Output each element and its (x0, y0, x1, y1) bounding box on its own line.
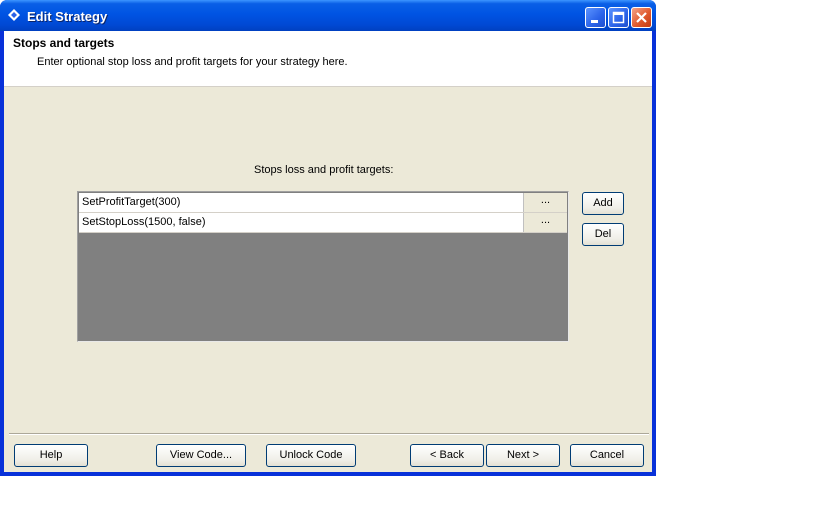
page-subtitle: Enter optional stop loss and profit targ… (37, 56, 348, 68)
strategy-diamond-icon (8, 9, 20, 21)
delete-button[interactable]: Del (582, 223, 624, 246)
targets-list-caption: Stops loss and profit targets: (254, 164, 394, 176)
next-button[interactable]: Next > (486, 444, 560, 467)
help-button[interactable]: Help (14, 444, 88, 467)
close-icon (636, 12, 647, 23)
cancel-button[interactable]: Cancel (570, 444, 644, 467)
add-button[interactable]: Add (582, 192, 624, 215)
unlock-code-button[interactable]: Unlock Code (266, 444, 356, 467)
edit-row-button[interactable]: ... (523, 213, 567, 232)
view-code-button[interactable]: View Code... (156, 444, 246, 467)
list-item-text[interactable]: SetStopLoss(1500, false) (82, 216, 206, 228)
edit-row-button[interactable]: ... (523, 193, 567, 212)
minimize-icon (591, 20, 598, 23)
dialog-client-area: Stops and targets Enter optional stop lo… (4, 31, 652, 472)
minimize-button[interactable] (585, 7, 606, 28)
stops-targets-list[interactable]: SetProfitTarget(300) ... SetStopLoss(150… (77, 191, 569, 342)
edit-strategy-window: Edit Strategy Stops and targets Enter op… (0, 0, 656, 476)
list-item-text[interactable]: SetProfitTarget(300) (82, 196, 180, 208)
close-button[interactable] (631, 7, 652, 28)
page-title: Stops and targets (13, 36, 115, 50)
list-item[interactable]: SetProfitTarget(300) ... (79, 193, 567, 213)
wizard-header: Stops and targets Enter optional stop lo… (4, 31, 652, 87)
window-title: Edit Strategy (27, 9, 108, 24)
maximize-button[interactable] (608, 7, 629, 28)
list-item[interactable]: SetStopLoss(1500, false) ... (79, 213, 567, 233)
footer-separator (9, 433, 649, 435)
title-bar[interactable]: Edit Strategy (0, 0, 656, 31)
back-button[interactable]: < Back (410, 444, 484, 467)
maximize-icon (612, 11, 625, 24)
